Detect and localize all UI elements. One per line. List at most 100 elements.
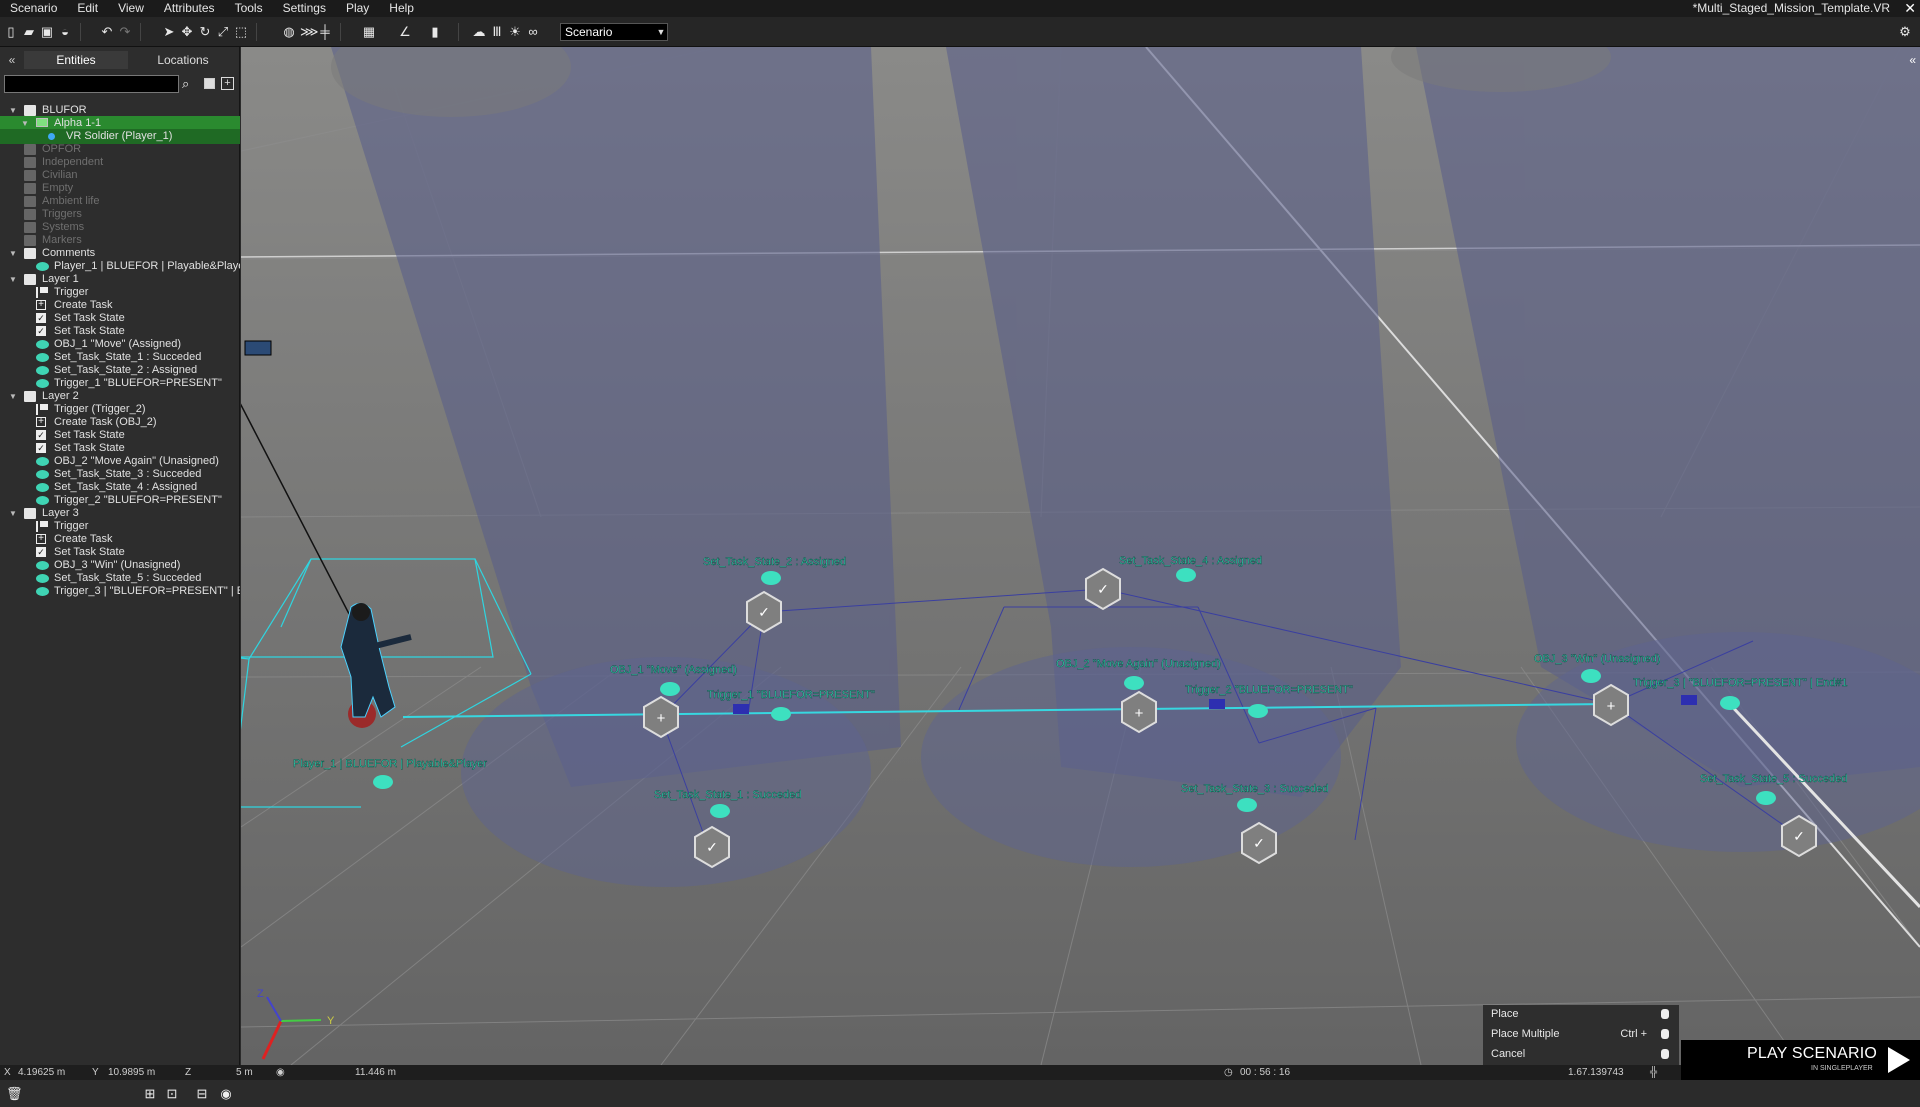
close-icon[interactable]: ✕	[1904, 0, 1916, 17]
open-folder-icon[interactable]: ▰	[22, 25, 36, 39]
comment-icon	[36, 340, 49, 349]
menu-play[interactable]: Play	[336, 0, 379, 17]
task-node-set-state-2[interactable]: ✓	[746, 590, 782, 634]
menu-tools[interactable]: Tools	[225, 0, 273, 17]
weather-icon[interactable]: ☁	[472, 25, 486, 39]
menu-settings[interactable]: Settings	[273, 0, 336, 17]
globe-icon[interactable]: ◍	[282, 25, 296, 39]
mission-settings-icon[interactable]: ⚙	[1898, 25, 1912, 39]
redo-icon[interactable]: ↷	[118, 25, 132, 39]
svg-text:+: +	[1607, 698, 1616, 715]
menu-help[interactable]: Help	[379, 0, 424, 17]
svg-text:✓: ✓	[758, 604, 770, 620]
tab-entities[interactable]: Entities	[24, 51, 128, 69]
folder-settings-icon[interactable]: ⊡	[164, 1087, 180, 1101]
label-obj-2: OBJ_2 "Move Again" (Unasigned)	[1056, 658, 1221, 670]
task-node-set-state-3[interactable]: ✓	[1241, 821, 1277, 865]
sun-icon[interactable]: ☀	[508, 25, 522, 39]
expand-all-button[interactable]: +	[221, 77, 234, 90]
lock-grid-icon[interactable]: ▮	[428, 25, 442, 39]
undo-icon[interactable]: ↶	[100, 25, 114, 39]
scale-icon[interactable]: ⤢	[216, 25, 230, 39]
toolbar-separator	[80, 23, 81, 41]
grid-icon[interactable]: ▦	[362, 25, 376, 39]
toolbar-separator	[340, 23, 341, 41]
new-file-icon[interactable]: ▯	[4, 25, 18, 39]
label-set-task-state-4: Set_Task_State_4 : Assigned	[1119, 555, 1262, 567]
set-task-state-icon: ✓	[36, 430, 46, 440]
move-icon[interactable]: ✥	[180, 25, 194, 39]
camera-marker[interactable]	[244, 340, 272, 356]
collapse-all-button[interactable]	[204, 78, 215, 89]
chevron-down-icon[interactable]: ▼	[654, 23, 668, 41]
task-node-set-state-4[interactable]: ✓	[1085, 567, 1121, 611]
grid-snap-icon[interactable]: ╬	[1650, 1065, 1657, 1080]
x-axis-icon: X	[4, 1067, 11, 1078]
tab-locations[interactable]: Locations	[130, 51, 236, 69]
version-label: 1.67.139743	[1568, 1067, 1624, 1078]
folder-icon	[24, 144, 36, 155]
surface-snap-icon[interactable]: ⋙	[300, 25, 319, 39]
search-input[interactable]	[4, 75, 179, 93]
svg-text:✓: ✓	[1253, 835, 1265, 851]
collapse-right-panel-button[interactable]: «	[1909, 53, 1916, 67]
play-label: PLAY SCENARIO	[1747, 1045, 1878, 1062]
rotate-icon[interactable]: ↻	[198, 25, 212, 39]
scene-canvas[interactable]: ✓ ✓ + + + ✓ ✓ ✓ Set_Task_State_2 : Assig…	[241, 47, 1920, 1065]
angle-icon[interactable]: ∠	[398, 25, 412, 39]
menu-item-cancel[interactable]: Cancel	[1491, 1045, 1671, 1063]
coord-x: 4.19625 m	[18, 1067, 66, 1078]
visibility-icon[interactable]: ∞	[526, 25, 540, 39]
night-vision-icon[interactable]: Ⅲ	[490, 25, 504, 39]
task-node-obj-3[interactable]: +	[1593, 683, 1629, 727]
mouse-icon	[1661, 1049, 1669, 1059]
save-icon[interactable]: ▣	[40, 25, 54, 39]
vertical-mode-icon[interactable]: ╪	[318, 25, 332, 39]
collapse-panel-button[interactable]: «	[4, 51, 20, 69]
folder-icon	[24, 222, 36, 233]
label-set-task-state-5: Set_Task_State_5 : Succeded	[1700, 773, 1847, 785]
mode-select[interactable]: Scenario	[560, 23, 668, 41]
label-set-task-state-3: Set_Task_State_3 : Succeded	[1181, 783, 1328, 795]
new-folder-icon[interactable]: ⊞	[142, 1087, 158, 1101]
menu-edit[interactable]: Edit	[67, 0, 108, 17]
coord-z: 5 m	[236, 1067, 253, 1078]
eye-icon[interactable]: ◉	[218, 1087, 234, 1101]
mouse-icon	[1661, 1009, 1669, 1019]
toolbar-separator	[140, 23, 141, 41]
task-node-obj-2[interactable]: +	[1121, 690, 1157, 734]
svg-text:✓: ✓	[1793, 828, 1805, 844]
axis-y-label: Y	[327, 1015, 335, 1027]
set-task-state-icon: ✓	[36, 313, 46, 323]
area-icon[interactable]: ⬚	[234, 25, 248, 39]
menu-item-place[interactable]: Place	[1491, 1005, 1671, 1023]
search-icon[interactable]: ⌕	[182, 76, 196, 92]
menu-attributes[interactable]: Attributes	[154, 0, 225, 17]
eye-icon: ◉	[276, 1067, 285, 1078]
svg-text:+: +	[1135, 705, 1144, 722]
3d-viewport[interactable]: ✓ ✓ + + + ✓ ✓ ✓ Set_Task_State_2 : Assig…	[241, 47, 1920, 1065]
trigger-3-marker[interactable]	[1681, 695, 1697, 705]
revert-icon[interactable]: ◒	[58, 25, 72, 39]
trash-icon[interactable]: 🗑	[6, 1087, 23, 1101]
menu-item-place-multiple[interactable]: Place Multiple Ctrl +	[1491, 1025, 1671, 1043]
trigger-1-marker[interactable]	[733, 704, 749, 714]
play-scenario-button[interactable]: PLAY SCENARIO IN SINGLEPLAYER	[1681, 1040, 1920, 1080]
y-axis-icon: Y	[92, 1067, 99, 1078]
window-title: *Multi_Staged_Mission_Template.VR	[1692, 1, 1890, 15]
svg-text:✓: ✓	[1097, 581, 1109, 597]
z-axis-icon: Z	[185, 1067, 192, 1078]
menu-scenario[interactable]: Scenario	[0, 0, 67, 17]
trigger-2-marker[interactable]	[1209, 699, 1225, 709]
lock-icon[interactable]: ⊟	[194, 1087, 210, 1101]
tree-item[interactable]: Trigger_3 | "BLUEFOR=PRESENT" | End#	[0, 584, 240, 599]
task-node-obj-1[interactable]: +	[643, 695, 679, 739]
panel-tabs: « Entities Locations	[0, 51, 240, 69]
comment-icon	[36, 574, 49, 583]
task-node-set-state-1[interactable]: ✓	[694, 825, 730, 869]
comment-icon	[36, 496, 49, 505]
context-menu: Place Place Multiple Ctrl + Cancel	[1483, 1005, 1679, 1065]
menu-view[interactable]: View	[108, 0, 154, 17]
task-node-set-state-5[interactable]: ✓	[1781, 814, 1817, 858]
select-cursor-icon[interactable]: ➤	[162, 25, 176, 39]
